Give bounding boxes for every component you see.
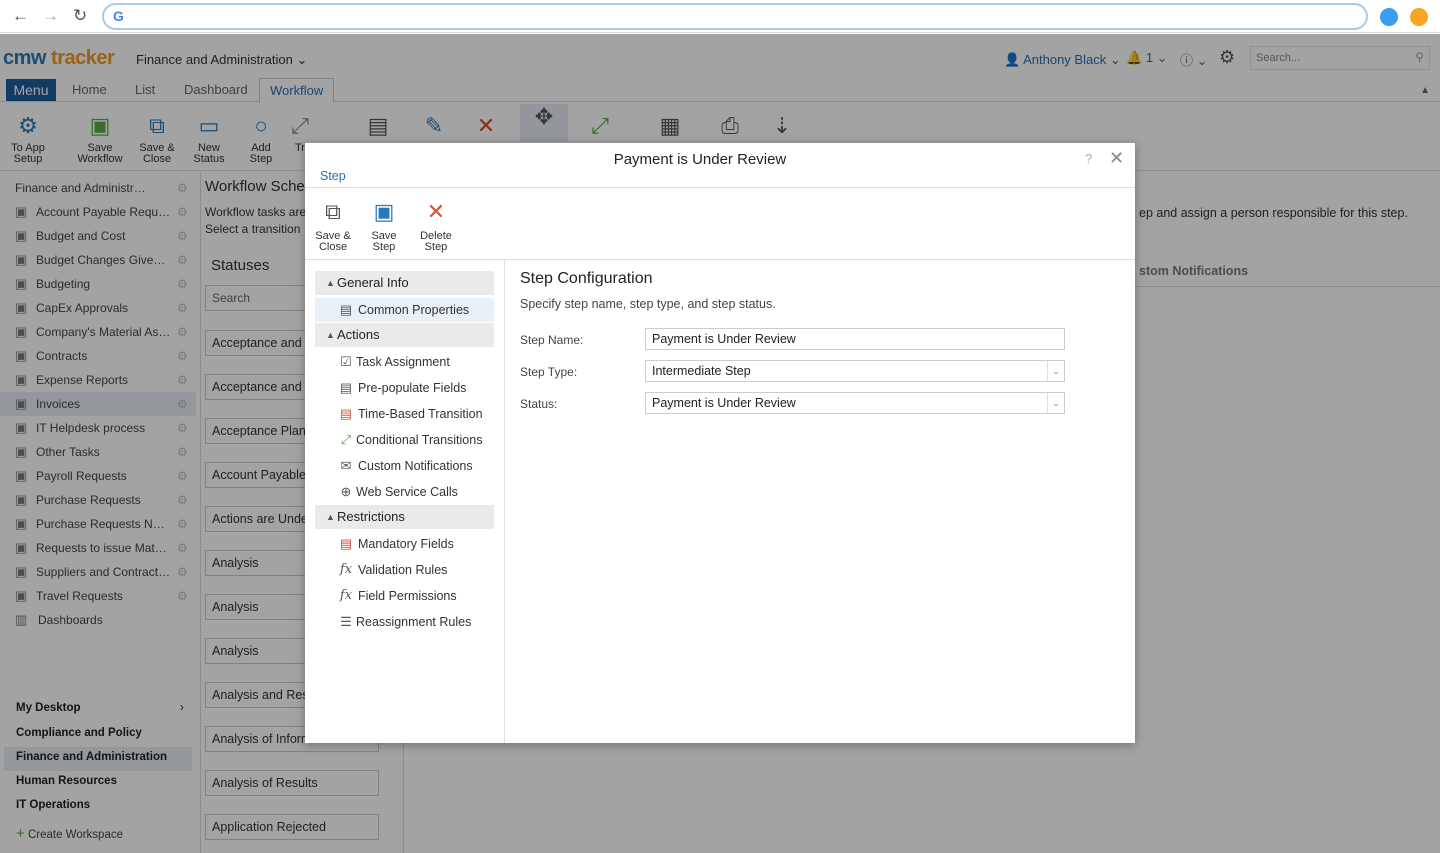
nav-conditional-transitions[interactable]: ⤢ Conditional Transitions	[315, 428, 494, 452]
nav-label: Custom Notifications	[358, 459, 473, 473]
save-close-icon: ⧉	[325, 199, 341, 224]
status-select[interactable]: Payment is Under Review ⌄	[645, 392, 1065, 414]
nav-prepopulate-fields[interactable]: ▤ Pre-populate Fields	[315, 376, 494, 400]
section-description: Specify step name, step type, and step s…	[520, 297, 776, 311]
caret-up-icon: ▲	[326, 512, 335, 522]
nav-common-properties[interactable]: ▤ Common Properties	[315, 298, 494, 322]
nav-label: Validation Rules	[358, 563, 448, 577]
nav-label: Mandatory Fields	[358, 537, 454, 551]
nav-label: Task Assignment	[356, 355, 450, 369]
save-close-button[interactable]: ⧉ Save & Close	[311, 198, 355, 253]
group-label: Actions	[337, 327, 380, 342]
save-step-button[interactable]: ▣ Save Step	[362, 198, 406, 253]
function-icon: fx	[339, 562, 353, 577]
nav-validation-rules[interactable]: fx Validation Rules	[315, 558, 494, 582]
form-icon: ▤	[339, 380, 353, 395]
caret-up-icon: ▲	[326, 278, 335, 288]
step-type-label: Step Type:	[520, 365, 578, 379]
nav-field-permissions[interactable]: fx Field Permissions	[315, 584, 494, 608]
envelope-icon: ✉	[340, 458, 352, 473]
nav-time-based-transition[interactable]: ▤ Time-Based Transition	[315, 402, 494, 426]
status-label: Status:	[520, 397, 558, 411]
mandatory-icon: ▤	[339, 536, 353, 551]
nav-task-assignment[interactable]: ☑ Task Assignment	[315, 350, 494, 374]
checklist-icon: ☑	[340, 354, 352, 369]
group-actions[interactable]: ▲ Actions	[315, 323, 494, 347]
step-dialog: Payment is Under Review ? ✕ Step ⧉ Save &…	[305, 143, 1135, 743]
nav-reassignment-rules[interactable]: ☰ Reassignment Rules	[315, 610, 494, 634]
extension-icon[interactable]	[1380, 8, 1398, 26]
close-icon[interactable]: ✕	[1109, 148, 1124, 169]
reload-icon[interactable]: ↻	[73, 7, 87, 25]
button-label: Step	[424, 241, 448, 253]
nav-mandatory-fields[interactable]: ▤ Mandatory Fields	[315, 532, 494, 556]
section-title: Step Configuration	[520, 270, 653, 287]
extension-icon[interactable]	[1410, 8, 1428, 26]
divider	[305, 187, 1135, 188]
save-icon: ▣	[373, 199, 395, 224]
tab-step[interactable]: Step	[320, 169, 346, 183]
button-label: Close	[318, 241, 348, 253]
chevron-down-icon[interactable]: ⌄	[1047, 393, 1064, 413]
nav-label: Field Permissions	[358, 589, 457, 603]
browser-toolbar: ← → ↻ G	[0, 0, 1440, 33]
group-restrictions[interactable]: ▲ Restrictions	[315, 505, 494, 529]
button-label: Step	[372, 241, 396, 253]
timer-list-icon: ▤	[339, 406, 353, 421]
connector-icon: ⤢	[340, 432, 352, 447]
function-icon: fx	[339, 588, 353, 603]
select-value: Payment is Under Review	[652, 396, 796, 410]
chevron-down-icon[interactable]: ⌄	[1047, 361, 1064, 381]
group-label: Restrictions	[337, 509, 405, 524]
delete-step-button[interactable]: ✕ Delete Step	[414, 198, 458, 253]
select-value: Intermediate Step	[652, 364, 751, 378]
back-icon[interactable]: ←	[12, 7, 29, 25]
dialog-title: Payment is Under Review	[613, 151, 787, 168]
group-label: General Info	[337, 275, 409, 290]
close-icon: ✕	[426, 199, 446, 224]
globe-icon: ⊕	[340, 484, 352, 499]
forward-icon[interactable]: →	[42, 7, 59, 25]
nav-label: Reassignment Rules	[356, 615, 472, 629]
input-value: Payment is Under Review	[652, 332, 796, 346]
google-icon: G	[113, 8, 124, 24]
step-type-select[interactable]: Intermediate Step ⌄	[645, 360, 1065, 382]
address-bar[interactable]: G	[102, 3, 1368, 30]
nav-custom-notifications[interactable]: ✉ Custom Notifications	[315, 454, 494, 478]
step-name-input[interactable]: Payment is Under Review	[645, 328, 1065, 350]
nav-web-service-calls[interactable]: ⊕ Web Service Calls	[315, 480, 494, 504]
caret-up-icon: ▲	[326, 330, 335, 340]
step-name-label: Step Name:	[520, 333, 584, 347]
group-general-info[interactable]: ▲ General Info	[315, 271, 494, 295]
help-icon[interactable]: ?	[1085, 151, 1092, 166]
nav-label: Common Properties	[358, 303, 470, 317]
nav-label: Web Service Calls	[356, 485, 458, 499]
nav-label: Pre-populate Fields	[358, 381, 467, 395]
document-icon: ▤	[339, 302, 353, 317]
nav-label: Conditional Transitions	[356, 433, 483, 447]
nav-label: Time-Based Transition	[358, 407, 483, 421]
dialog-nav: ▲ General Info ▤ Common Properties ▲ Action…	[305, 260, 505, 743]
list-icon: ☰	[340, 614, 352, 629]
